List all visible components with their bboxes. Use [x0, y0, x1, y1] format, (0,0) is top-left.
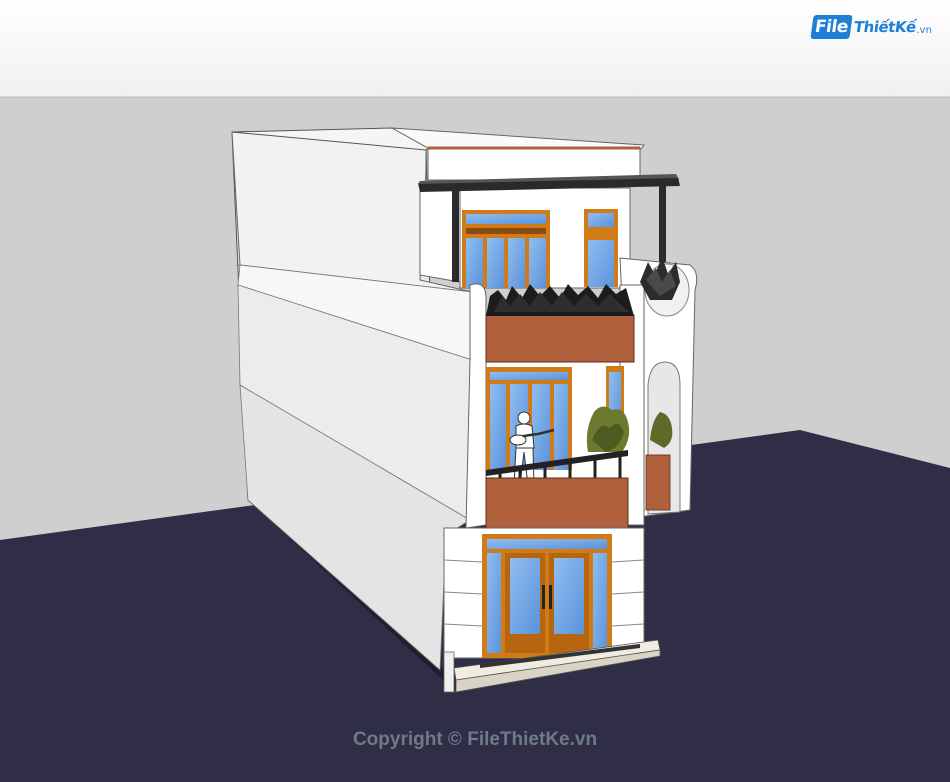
- top-window-left: [462, 210, 550, 288]
- roof-room: [427, 147, 641, 181]
- lower-balcony: [485, 477, 629, 529]
- copyright-watermark: Copyright © FileThietKe.vn: [352, 729, 598, 750]
- brand-logo: File ThiếtKế .vn: [810, 12, 932, 42]
- sky: [0, 0, 950, 97]
- logo-file-badge: File: [810, 15, 853, 39]
- main-door: [482, 534, 612, 658]
- top-window-right: [584, 209, 618, 287]
- top-balcony: [485, 284, 635, 363]
- logo-tld: .vn: [916, 24, 932, 36]
- logo-wordmark: ThiếtKế: [852, 18, 917, 36]
- architecture-render: [0, 0, 950, 782]
